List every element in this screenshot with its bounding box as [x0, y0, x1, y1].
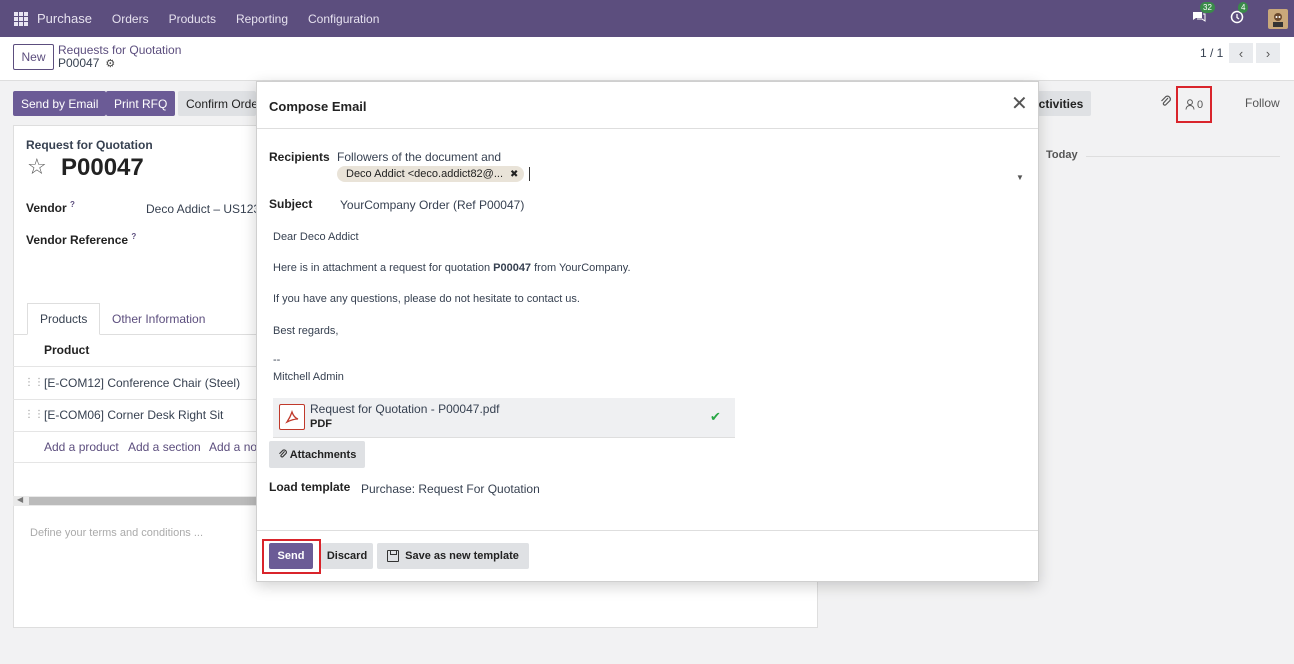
- horizontal-scrollbar[interactable]: [13, 496, 273, 506]
- document-type: Request for Quotation: [26, 138, 153, 152]
- column-product: Product: [44, 343, 90, 357]
- body-line-1-pre: Here is in attachment a request for quot…: [273, 262, 494, 274]
- load-template-label: Load template: [269, 480, 351, 494]
- save-as-new-template-label: Save as new template: [405, 550, 519, 562]
- breadcrumb-current-label: P00047: [58, 56, 100, 70]
- order-line[interactable]: [E-COM06] Corner Desk Right Sit: [44, 408, 223, 422]
- new-button[interactable]: New: [13, 44, 54, 70]
- text-cursor: [529, 167, 530, 181]
- menu-reporting[interactable]: Reporting: [236, 12, 288, 26]
- tab-other-information[interactable]: Other Information: [100, 303, 217, 335]
- body-line-3[interactable]: Best regards,: [273, 325, 338, 337]
- add-note-link[interactable]: Add a note: [209, 440, 256, 454]
- messages-badge: 32: [1200, 1, 1215, 13]
- recipient-tag[interactable]: Deco Addict <deco.addict82@... ✖: [337, 166, 525, 182]
- remove-tag-icon[interactable]: ✖: [510, 169, 518, 180]
- paperclip-icon: [278, 449, 287, 458]
- drag-handle-icon[interactable]: ⋮⋮: [24, 377, 44, 388]
- confirm-order-button[interactable]: Confirm Order: [178, 91, 256, 116]
- tab-products[interactable]: Products: [27, 303, 101, 335]
- star-icon[interactable]: ☆: [27, 154, 47, 180]
- chevron-down-icon[interactable]: ▼: [1016, 173, 1024, 182]
- send-by-email-button[interactable]: Send by Email: [13, 91, 107, 116]
- load-template-select[interactable]: Purchase: Request For Quotation: [361, 482, 540, 496]
- attachment-name: Request for Quotation - P00047.pdf: [310, 402, 500, 416]
- add-section-link[interactable]: Add a section: [128, 440, 201, 454]
- app-name[interactable]: Purchase: [37, 11, 92, 26]
- row-divider: [13, 399, 273, 400]
- dialog-header: Compose Email ✕: [257, 82, 1038, 129]
- dialog-title: Compose Email: [269, 99, 367, 114]
- activities-badge: 4: [1238, 1, 1249, 13]
- breadcrumb-parent[interactable]: Requests for Quotation: [58, 43, 181, 57]
- attachments-button-label: Attachments: [289, 448, 357, 461]
- print-rfq-button[interactable]: Print RFQ: [106, 91, 176, 116]
- top-navbar: Purchase Orders Products Reporting Confi…: [0, 0, 1294, 37]
- menu-configuration[interactable]: Configuration: [308, 12, 379, 26]
- body-signature[interactable]: Mitchell Admin: [273, 371, 344, 383]
- recipient-tag-label: Deco Addict <deco.addict82@...: [346, 168, 504, 180]
- activities-button[interactable]: Activities: [1030, 91, 1092, 116]
- row-divider: [13, 462, 273, 463]
- vendor-reference-label: Vendor Reference ?: [26, 232, 137, 247]
- attachment-type: PDF: [310, 418, 332, 430]
- app-grid-icon[interactable]: [14, 11, 28, 26]
- followers-button[interactable]: 0: [1176, 86, 1212, 123]
- recipients-text: Followers of the document and: [337, 150, 502, 164]
- recipients-label: Recipients: [269, 150, 330, 164]
- subject-label: Subject: [269, 197, 313, 211]
- today-label: Today: [1046, 149, 1078, 161]
- send-button[interactable]: Send: [269, 543, 313, 569]
- control-panel: New Requests for Quotation P00047 ⚙ 1 / …: [0, 37, 1294, 81]
- row-divider: [13, 431, 273, 432]
- order-line[interactable]: [E-COM12] Conference Chair (Steel): [44, 376, 240, 390]
- compose-email-dialog: Compose Email ✕ Recipients Followers of …: [256, 81, 1039, 582]
- floppy-disk-icon: [387, 550, 400, 562]
- vendor-value[interactable]: Deco Addict – US1234: [146, 202, 256, 216]
- gear-icon[interactable]: ⚙: [105, 57, 115, 70]
- messages-icon[interactable]: 32: [1192, 1, 1215, 28]
- close-icon[interactable]: ✕: [1011, 94, 1028, 114]
- paperclip-icon[interactable]: [1160, 95, 1172, 112]
- pager-value[interactable]: 1 / 1: [1200, 46, 1223, 60]
- document-number: P00047: [61, 154, 144, 181]
- attachment-card[interactable]: Request for Quotation - P00047.pdf PDF ✔: [273, 398, 735, 438]
- body-line-2[interactable]: If you have any questions, please do not…: [273, 293, 580, 305]
- followers-count: 0: [1196, 98, 1204, 111]
- check-icon: ✔: [710, 409, 721, 424]
- save-as-new-template-button[interactable]: Save as new template: [377, 543, 529, 569]
- pdf-icon: [279, 404, 305, 430]
- follow-button[interactable]: Follow: [1245, 96, 1280, 110]
- scroll-left-icon[interactable]: ◀: [17, 495, 23, 504]
- attachments-button[interactable]: Attachments: [269, 441, 365, 468]
- dialog-footer-divider: [257, 530, 1038, 531]
- user-avatar[interactable]: [1268, 8, 1288, 29]
- subject-input[interactable]: YourCompany Order (Ref P00047): [340, 198, 524, 212]
- add-product-link[interactable]: Add a product: [44, 440, 119, 454]
- menu-products[interactable]: Products: [169, 12, 216, 26]
- body-line-1-post: from YourCompany.: [531, 262, 631, 274]
- person-icon: [1185, 99, 1195, 110]
- activities-clock-icon[interactable]: 4: [1230, 1, 1249, 28]
- pager-prev-icon[interactable]: ‹: [1229, 43, 1253, 63]
- body-line-1-ref: P00047: [493, 262, 532, 274]
- breadcrumb-current: P00047 ⚙: [58, 56, 115, 70]
- terms-placeholder[interactable]: Define your terms and conditions ...: [30, 527, 203, 539]
- menu-orders[interactable]: Orders: [112, 12, 149, 26]
- pager-next-icon[interactable]: ›: [1256, 43, 1280, 63]
- vendor-label: Vendor ?: [26, 200, 75, 215]
- body-line-1[interactable]: Here is in attachment a request for quot…: [273, 262, 631, 274]
- drag-handle-icon[interactable]: ⋮⋮: [24, 409, 44, 420]
- body-separator[interactable]: --: [273, 354, 280, 366]
- today-divider: [1086, 156, 1280, 157]
- discard-button[interactable]: Discard: [321, 543, 373, 569]
- row-divider: [13, 366, 273, 367]
- body-greeting[interactable]: Dear Deco Addict: [273, 231, 359, 243]
